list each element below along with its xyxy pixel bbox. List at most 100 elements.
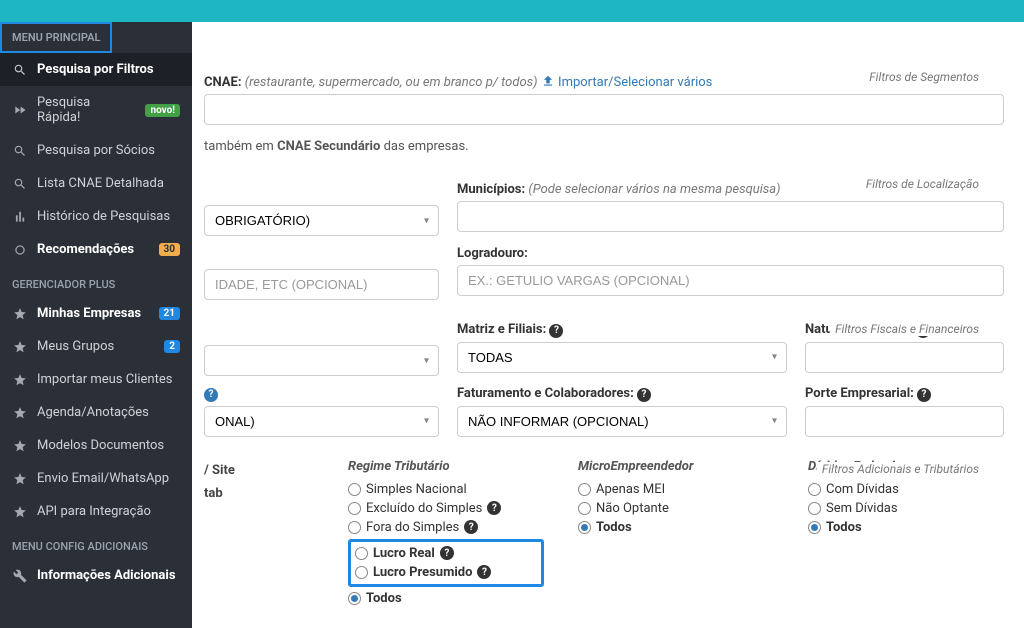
sidebar-item-label: Envio Email/WhatsApp xyxy=(37,471,180,486)
capital-select[interactable]: ONAL) xyxy=(204,406,439,437)
cnae-label: CNAE: xyxy=(204,75,242,90)
uf-select[interactable]: OBRIGATÓRIO) xyxy=(204,205,439,236)
sidebar-item-recomendacoes[interactable]: Recomendações 30 xyxy=(0,233,192,266)
search-icon xyxy=(12,144,27,158)
sidebar-item-label: Agenda/Anotações xyxy=(37,405,180,420)
sidebar-item-pesquisa-filtros[interactable]: Pesquisa por Filtros xyxy=(0,53,192,86)
bairro-input[interactable] xyxy=(204,269,439,300)
import-cnae-link[interactable]: Importar/Selecionar vários xyxy=(541,75,713,90)
faturamento-label: Faturamento e Colaboradores: xyxy=(457,386,634,401)
sidebar-item-label: Meus Grupos xyxy=(37,339,154,354)
radio-nao-optante[interactable]: Não Optante xyxy=(578,499,774,518)
sidebar-item-api[interactable]: API para Integração xyxy=(0,495,192,528)
sidebar-item-label: Modelos Documentos xyxy=(37,438,180,453)
sidebar-item-importar-clientes[interactable]: Importar meus Clientes xyxy=(0,363,192,396)
sidebar-item-pesquisa-rapida[interactable]: Pesquisa Rápida! novo! xyxy=(0,86,192,134)
regime-title: Regime Tributário xyxy=(348,459,544,474)
municipios-input[interactable] xyxy=(457,201,1004,232)
sidebar-item-info-adicionais[interactable]: Informações Adicionais xyxy=(0,559,192,592)
sidebar-item-meus-grupos[interactable]: Meus Grupos 2 xyxy=(0,330,192,363)
fast-forward-icon xyxy=(12,103,27,117)
import-link-text: Importar/Selecionar vários xyxy=(558,75,712,90)
help-icon[interactable]: ? xyxy=(487,501,501,515)
sidebar-section-config: MENU CONFIG ADICIONAIS xyxy=(0,528,192,559)
sidebar-item-label: Lista CNAE Detalhada xyxy=(37,176,180,191)
radio-apenas-mei[interactable]: Apenas MEI xyxy=(578,480,774,499)
radio-sem-dividas[interactable]: Sem Dívidas xyxy=(808,499,1004,518)
sidebar-item-label: Pesquisa Rápida! xyxy=(37,95,135,125)
circle-icon xyxy=(12,243,27,257)
badge-count: 2 xyxy=(164,340,180,353)
radio-com-dividas[interactable]: Com Dívidas xyxy=(808,480,1004,499)
menu-principal-list: Pesquisa por Filtros Pesquisa Rápida! no… xyxy=(0,53,192,266)
faturamento-select[interactable]: NÃO INFORMAR (OPCIONAL) xyxy=(457,406,787,437)
porte-label: Porte Empresarial: xyxy=(805,386,914,401)
radio-lucro-real[interactable]: Lucro Real? xyxy=(355,544,537,563)
help-icon[interactable]: ? xyxy=(204,388,218,402)
radio-lucro-presumido[interactable]: Lucro Presumido? xyxy=(355,563,537,582)
star-icon xyxy=(12,406,27,420)
logradouro-label: Logradouro: xyxy=(457,246,528,261)
dividas-group: Dívidas Federais Com Dívidas Sem Dívidas… xyxy=(808,459,1004,608)
municipios-label: Municípios: xyxy=(457,182,525,197)
star-icon xyxy=(12,373,27,387)
cnae-hint: (restaurante, supermercado, ou em branco… xyxy=(245,75,538,90)
search-icon xyxy=(12,63,27,77)
mei-group: MicroEmpreendedor Apenas MEI Não Optante… xyxy=(578,459,774,608)
badge-count: 30 xyxy=(159,243,180,256)
radio-regime-todos[interactable]: Todos xyxy=(348,589,544,608)
logradouro-input[interactable] xyxy=(457,265,1004,296)
contact-item-tab[interactable]: tab xyxy=(204,482,314,505)
sidebar: MENU PRINCIPAL Pesquisa por Filtros Pesq… xyxy=(0,22,192,628)
radio-mei-todos[interactable]: Todos xyxy=(578,518,774,537)
menu-gerenciador-list: Minhas Empresas 21 Meus Grupos 2 Importa… xyxy=(0,297,192,528)
star-icon xyxy=(12,340,27,354)
menu-config-list: Informações Adicionais xyxy=(0,559,192,592)
sidebar-item-label: Histórico de Pesquisas xyxy=(37,209,180,224)
bar-chart-icon xyxy=(12,210,27,224)
sidebar-item-historico[interactable]: Histórico de Pesquisas xyxy=(0,200,192,233)
mei-title: MicroEmpreendedor xyxy=(578,459,774,474)
sidebar-item-modelos[interactable]: Modelos Documentos xyxy=(0,429,192,462)
sidebar-item-lista-cnae[interactable]: Lista CNAE Detalhada xyxy=(0,167,192,200)
sidebar-item-label: Pesquisa por Sócios xyxy=(37,143,180,158)
help-icon[interactable]: ? xyxy=(549,324,563,338)
help-icon[interactable]: ? xyxy=(917,388,931,402)
sidebar-item-pesquisa-socios[interactable]: Pesquisa por Sócios xyxy=(0,134,192,167)
sidebar-item-label: Informações Adicionais xyxy=(37,568,180,583)
top-bar xyxy=(0,0,1024,22)
radio-dividas-todos[interactable]: Todos xyxy=(808,518,1004,537)
sidebar-item-minhas-empresas[interactable]: Minhas Empresas 21 xyxy=(0,297,192,330)
sidebar-section-gerenciador: GERENCIADOR PLUS xyxy=(0,266,192,297)
radio-fora-simples[interactable]: Fora do Simples? xyxy=(348,518,544,537)
radio-simples-nacional[interactable]: Simples Nacional xyxy=(348,480,544,499)
sidebar-item-agenda[interactable]: Agenda/Anotações xyxy=(0,396,192,429)
help-icon[interactable]: ? xyxy=(440,546,454,560)
situacao-select[interactable] xyxy=(204,345,439,376)
help-icon[interactable]: ? xyxy=(464,520,478,534)
natureza-input[interactable] xyxy=(805,342,1004,373)
menu-principal-header: MENU PRINCIPAL xyxy=(0,22,112,53)
porte-input[interactable] xyxy=(805,406,1004,437)
matriz-select[interactable]: TODAS xyxy=(457,342,787,373)
fieldset-localizacao-label: Filtros de Localização xyxy=(861,177,984,191)
municipios-hint: (Pode selecionar vários na mesma pesquis… xyxy=(528,182,780,197)
contact-item-site[interactable]: / Site xyxy=(204,459,314,482)
sidebar-item-label: Minhas Empresas xyxy=(37,306,149,321)
radio-excluido-simples[interactable]: Excluído do Simples? xyxy=(348,499,544,518)
star-icon xyxy=(12,439,27,453)
cnae-secondary-note: também em CNAE Secundário das empresas. xyxy=(204,139,1004,154)
star-icon xyxy=(12,307,27,321)
fieldset-segmentos-label: Filtros de Segmentos xyxy=(864,70,984,84)
sidebar-item-envio[interactable]: Envio Email/WhatsApp xyxy=(0,462,192,495)
regime-tributario-group: Regime Tributário Simples Nacional Exclu… xyxy=(348,459,544,608)
help-icon[interactable]: ? xyxy=(477,565,491,579)
cnae-input[interactable] xyxy=(204,94,1004,125)
lucro-highlight-box: Lucro Real? Lucro Presumido? xyxy=(348,539,544,587)
sidebar-item-label: Recomendações xyxy=(37,242,149,257)
matriz-label: Matriz e Filiais: xyxy=(457,322,546,337)
help-icon[interactable]: ? xyxy=(637,388,651,402)
sidebar-item-label: API para Integração xyxy=(37,504,180,519)
main-content: Filtros de Segmentos Filtros de Localiza… xyxy=(192,22,1024,628)
wrench-icon xyxy=(12,569,27,583)
